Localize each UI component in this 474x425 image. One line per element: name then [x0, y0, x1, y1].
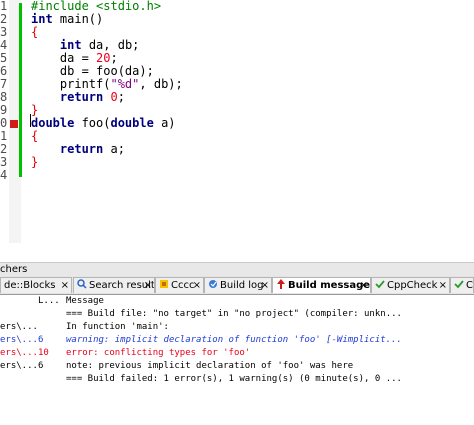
message-cell: note: previous implicit declaration of '…	[66, 361, 354, 371]
close-tab-icon[interactable]: ×	[193, 278, 201, 293]
code-token: foo(	[74, 116, 111, 130]
line-cell: 6	[38, 335, 44, 345]
message-cell: error: conflicting types for 'foo'	[66, 348, 251, 358]
file-cell: ers\...	[0, 348, 36, 358]
line-number[interactable]: 4	[0, 169, 9, 182]
close-tab-icon[interactable]: ×	[261, 278, 269, 293]
tab-label: C	[466, 280, 473, 291]
code-line[interactable]: return a;	[31, 143, 125, 156]
code-token: {	[31, 129, 39, 143]
line-cell: 6	[38, 361, 44, 371]
code-token: 0	[110, 90, 118, 104]
code-token: ;	[110, 51, 118, 65]
code-token: {	[31, 25, 39, 39]
message-cell: === Build failed: 1 error(s), 1 warning(…	[66, 374, 402, 384]
code-token: ;	[117, 90, 125, 104]
message-cell: Message	[66, 296, 104, 306]
breakpoint-marker[interactable]	[10, 120, 18, 128]
code-token: }	[31, 155, 39, 169]
message-row[interactable]: ers\... 10 error: conflicting types for 'f…	[0, 347, 474, 359]
code-token: return	[59, 90, 104, 104]
tab-label: Build log	[220, 280, 264, 291]
code-token: int	[59, 38, 82, 52]
close-tab-icon[interactable]: ×	[144, 278, 152, 293]
build-messages-list[interactable]: L... Message === Build file: "no target" i…	[0, 295, 474, 425]
message-cell: In function 'main':	[66, 322, 169, 332]
code-token: a;	[103, 142, 125, 156]
message-row[interactable]: ers\... 6 note: previous implicit declarat…	[0, 360, 474, 372]
code-text-area[interactable]: #include <stdio.h> int main(){ int da, db…	[22, 0, 474, 243]
code-editor[interactable]: 12345678901234 #include <stdio.h> int mai…	[0, 0, 474, 243]
code-token: double	[110, 116, 154, 130]
message-cell: warning: implicit declaration of functio…	[66, 335, 402, 345]
tab-c[interactable]: C	[450, 277, 474, 293]
tab-cccc[interactable]: Cccc ×	[155, 277, 204, 293]
message-row[interactable]: === Build file: "no target" in "no proje…	[0, 308, 474, 320]
build-log-icon	[209, 280, 217, 288]
text-caret	[30, 114, 31, 127]
tab-cppcheck[interactable]: CppCheck ×	[371, 277, 450, 293]
line-number-gutter[interactable]: 12345678901234	[0, 0, 9, 243]
close-tab-icon[interactable]: ×	[360, 278, 368, 293]
file-cell: ers\...	[0, 361, 36, 371]
file-cell: ers\...	[0, 322, 36, 332]
tab-label: CppCheck	[387, 280, 438, 291]
tab-label: Build messages	[288, 280, 371, 291]
code-token: "%d"	[110, 77, 140, 91]
tab-label: Cccc	[171, 280, 195, 291]
file-cell: ers\...	[0, 335, 36, 345]
message-row[interactable]: === Build failed: 1 error(s), 1 warning(…	[0, 373, 474, 385]
tab-de-blocks[interactable]: de::Blocks ×	[0, 277, 72, 293]
tab-label: de::Blocks	[4, 280, 56, 291]
message-row[interactable]: ers\... 6 warning: implicit declaration of…	[0, 334, 474, 346]
tab-build-log[interactable]: Build log ×	[204, 277, 272, 293]
cccc-icon	[160, 280, 168, 288]
code-token: 20	[96, 51, 111, 65]
close-tab-icon[interactable]: ×	[439, 278, 447, 293]
code-token: }	[31, 103, 39, 117]
code-token: da =	[31, 51, 97, 65]
code-line[interactable]: double foo(double a)	[31, 117, 176, 130]
line-cell: 10	[38, 348, 49, 358]
code-token: return	[59, 142, 104, 156]
code-token: double	[31, 116, 75, 130]
tab-build-messages[interactable]: Build messages ×	[272, 277, 371, 293]
logs-tab-bar[interactable]: de::Blocks × Search results × Cccc × Build log…	[0, 276, 474, 295]
search-icon	[77, 279, 87, 289]
code-token: , db);	[139, 77, 183, 91]
cscope-icon	[454, 280, 464, 289]
line-cell: L...	[38, 296, 60, 306]
code-line[interactable]: int main()	[31, 13, 103, 26]
messages-header-row[interactable]: L... Message	[0, 295, 474, 307]
cppcheck-icon	[375, 280, 385, 289]
logs-panel-title: chers	[0, 262, 474, 277]
code-token: db = foo(da);	[31, 64, 154, 78]
code-line[interactable]: return 0;	[31, 91, 125, 104]
code-token: int	[31, 12, 53, 26]
code-token: da, db;	[81, 38, 140, 52]
code-token: a)	[153, 116, 176, 130]
build-messages-icon	[277, 279, 285, 289]
code-token: printf(	[31, 77, 111, 91]
close-tab-icon[interactable]: ×	[61, 278, 69, 293]
message-cell: === Build file: "no target" in "no proje…	[66, 309, 402, 319]
code-line[interactable]: }	[31, 156, 38, 169]
code-token: main()	[52, 12, 104, 26]
tab-search-results[interactable]: Search results ×	[73, 277, 155, 293]
message-row[interactable]: ers\... In function 'main':	[0, 321, 474, 333]
